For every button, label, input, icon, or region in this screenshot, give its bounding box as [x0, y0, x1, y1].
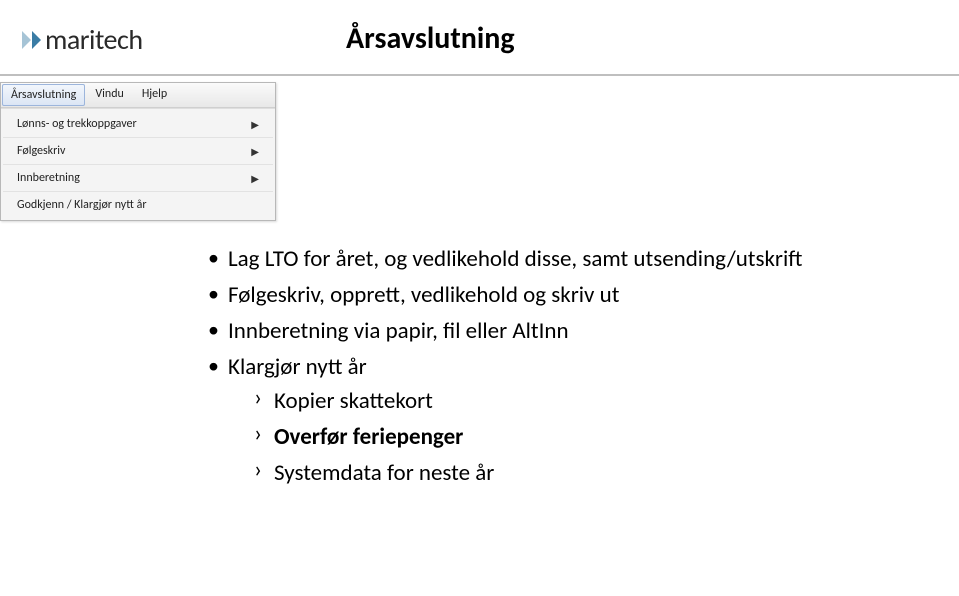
logo-text: maritech — [45, 22, 143, 57]
dropdown-item-lonns-og-trekkoppgaver[interactable]: Lønns- og trekkoppgaver ▶ — [3, 111, 273, 138]
bullet-item-label: Klargjør nytt år — [228, 353, 367, 381]
bullet-item: Innberetning via papir, fil eller AltInn — [200, 317, 802, 345]
bullet-item: Lag LTO for året, og vedlikehold disse, … — [200, 245, 802, 273]
menubar: Årsavslutning Vindu Hjelp — [1, 83, 275, 108]
dropdown-item-godkjenn-klargjor[interactable]: Godkjenn / Klargjør nytt år — [3, 192, 273, 218]
sub-bullet-item: Systemdata for neste år — [246, 459, 802, 487]
page-title: Årsavslutning — [346, 20, 515, 57]
content-body: Lag LTO for året, og vedlikehold disse, … — [200, 245, 802, 495]
sub-bullet-item: Kopier skattekort — [246, 387, 802, 415]
title-divider — [0, 74, 959, 76]
menubar-item-arsavslutning[interactable]: Årsavslutning — [2, 84, 85, 106]
dropdown-item-folgeskriv[interactable]: Følgeskriv ▶ — [3, 138, 273, 165]
dropdown-item-innberetning[interactable]: Innberetning ▶ — [3, 165, 273, 192]
dropdown-item-label: Godkjenn / Klargjør nytt år — [17, 198, 147, 212]
menu-window: Årsavslutning Vindu Hjelp Lønns- og trek… — [0, 82, 276, 221]
menubar-item-vindu[interactable]: Vindu — [86, 83, 132, 107]
brand-logo: maritech — [22, 22, 143, 57]
sub-bullet-item: Overfør feriepenger — [246, 423, 802, 451]
dropdown-menu: Lønns- og trekkoppgaver ▶ Følgeskriv ▶ I… — [1, 108, 275, 220]
dropdown-item-label: Lønns- og trekkoppgaver — [17, 117, 137, 131]
bullet-item: Klargjør nytt år Kopier skattekort Overf… — [200, 353, 802, 487]
sub-bullet-label: Overfør feriepenger — [274, 423, 463, 451]
chevron-right-icon: ▶ — [251, 118, 259, 131]
menubar-item-hjelp[interactable]: Hjelp — [133, 83, 176, 107]
logo-arrows-icon — [22, 31, 41, 49]
bullet-item: Følgeskriv, opprett, vedlikehold og skri… — [200, 281, 802, 309]
dropdown-item-label: Følgeskriv — [17, 144, 65, 158]
dropdown-item-label: Innberetning — [17, 171, 80, 185]
chevron-right-icon: ▶ — [251, 172, 259, 185]
chevron-right-icon: ▶ — [251, 145, 259, 158]
